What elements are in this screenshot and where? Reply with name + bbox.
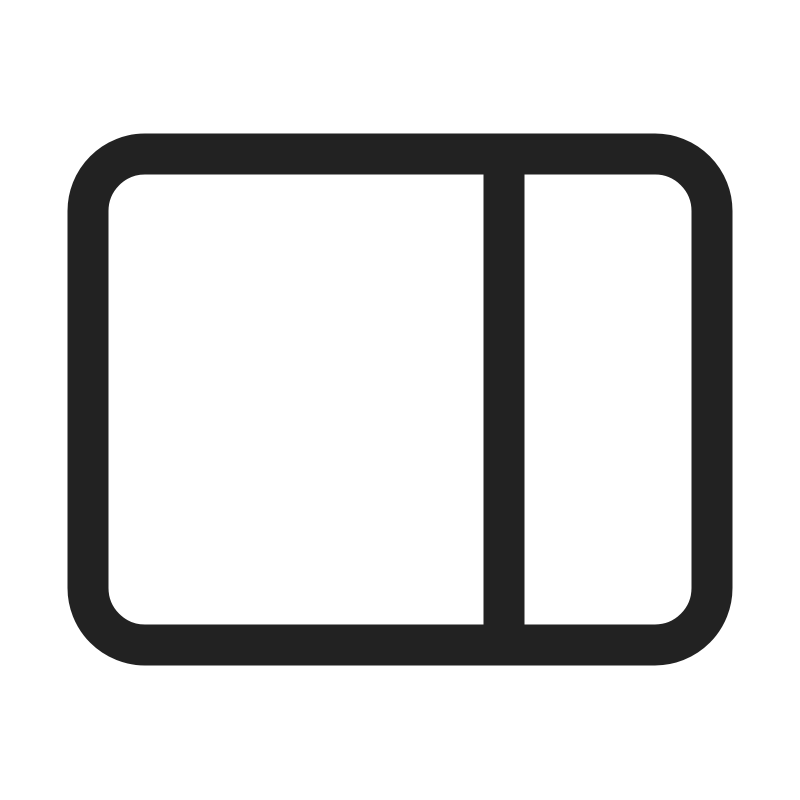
panel-right-icon (67, 133, 733, 666)
icon-canvas (0, 0, 800, 800)
panel-outer-frame (67, 133, 733, 666)
